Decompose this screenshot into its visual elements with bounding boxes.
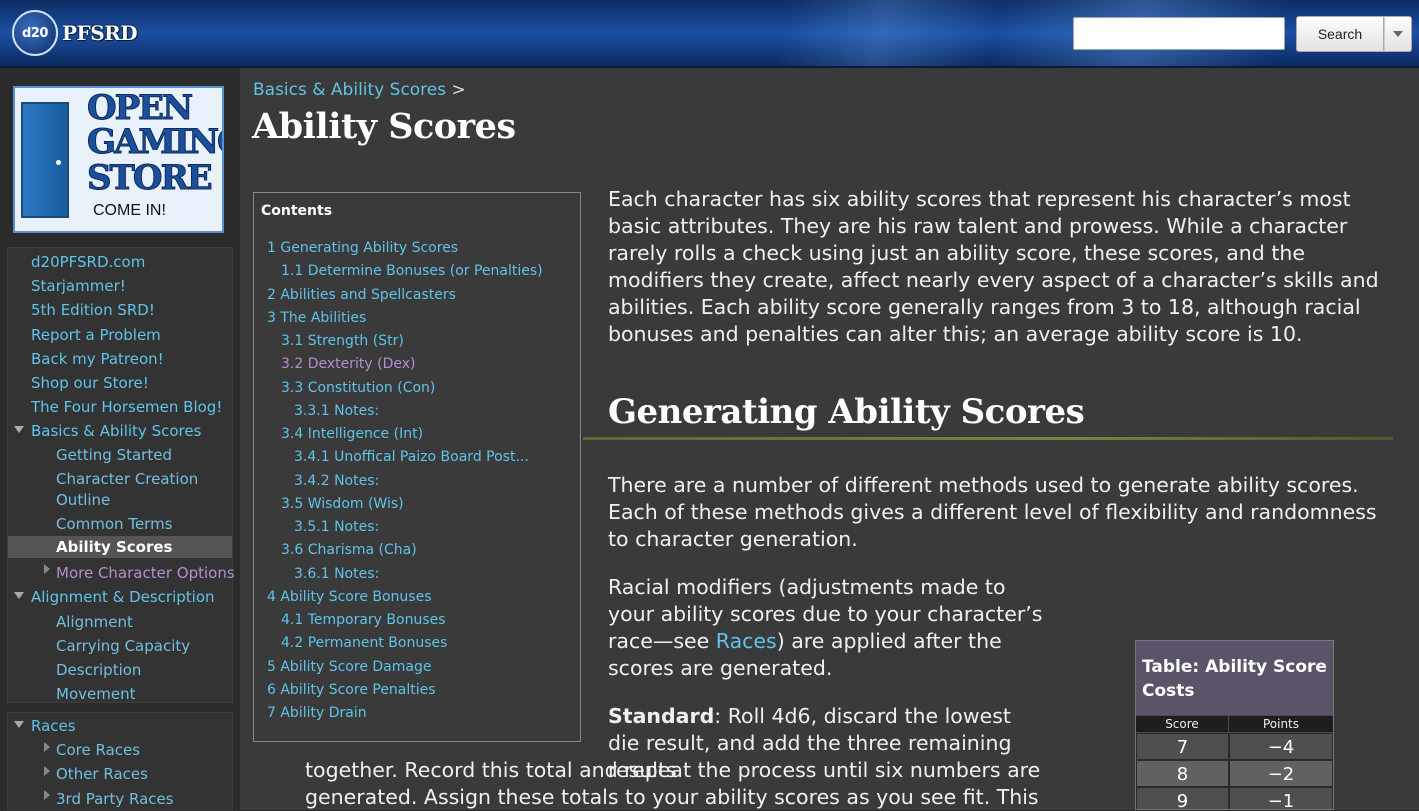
sidebar-item-carrying-capacity[interactable]: Carrying Capacity xyxy=(56,637,190,655)
toc-link[interactable]: 3.5.1 Notes: xyxy=(294,519,379,535)
collapsed-arrow-icon[interactable] xyxy=(44,742,50,752)
collapsed-arrow-icon[interactable] xyxy=(44,564,50,574)
table-of-contents: Contents 1 Generating Ability Scores 1.1… xyxy=(253,192,581,742)
table-cell-score: 7 xyxy=(1136,733,1229,760)
sidebar: OPEN GAMING STORE COME IN! d20PFSRD.com … xyxy=(0,68,240,810)
sidebar-section-basics[interactable]: Basics & Ability Scores xyxy=(31,422,201,440)
toc-link[interactable]: 3 The Abilities xyxy=(267,310,366,326)
table-cell-points: −4 xyxy=(1229,733,1333,760)
sidebar-item-movement[interactable]: Movement xyxy=(56,685,135,703)
ad-text-store: STORE xyxy=(87,158,214,198)
toc-link[interactable]: 6 Ability Score Penalties xyxy=(267,682,436,698)
toc-link[interactable]: 1 Generating Ability Scores xyxy=(267,240,458,256)
toc-link[interactable]: 4 Ability Score Bonuses xyxy=(267,589,432,605)
toc-link[interactable]: 7 Ability Drain xyxy=(267,705,367,721)
sidebar-link[interactable]: Report a Problem xyxy=(31,326,161,344)
sidebar-item-character-creation[interactable]: Character Creation xyxy=(56,470,198,488)
section-heading: Generating Ability Scores xyxy=(608,392,1085,432)
toc-link[interactable]: 1.1 Determine Bonuses (or Penalties) xyxy=(281,263,543,279)
ad-text-come-in: COME IN! xyxy=(93,202,166,219)
toc-link[interactable]: 4.2 Permanent Bonuses xyxy=(281,635,447,651)
toc-link[interactable]: 2 Abilities and Spellcasters xyxy=(267,287,456,303)
sidebar-item-other-races[interactable]: Other Races xyxy=(56,765,148,783)
table-cell-score: 9 xyxy=(1136,787,1229,809)
expand-arrow-icon[interactable] xyxy=(14,721,24,728)
sidebar-item-more-options[interactable]: More Character Options xyxy=(56,564,235,582)
toc-link[interactable]: 4.1 Temporary Bonuses xyxy=(281,612,446,628)
search-options-dropdown[interactable] xyxy=(1384,16,1412,52)
standard-label: Standard xyxy=(608,704,715,728)
toc-link[interactable]: 3.6.1 Notes: xyxy=(294,566,379,582)
toc-link[interactable]: 3.1 Strength (Str) xyxy=(281,333,404,349)
table-header-score: Score xyxy=(1136,716,1228,732)
page-scrollbar[interactable] xyxy=(1411,68,1419,810)
sidebar-item-alignment[interactable]: Alignment xyxy=(56,613,133,631)
table-header-points: Points xyxy=(1229,716,1333,732)
sidebar-item-description[interactable]: Description xyxy=(56,661,141,679)
page-title: Ability Scores xyxy=(252,106,516,147)
sidebar-link[interactable]: Back my Patreon! xyxy=(31,350,164,368)
ad-text-gaming: GAMING xyxy=(86,122,222,162)
toc-link[interactable]: 5 Ability Score Damage xyxy=(267,659,431,675)
ad-text-open: OPEN xyxy=(86,88,193,128)
sidebar-section-alignment[interactable]: Alignment & Description xyxy=(31,588,215,606)
sidebar-item-3rd-party-races[interactable]: 3rd Party Races xyxy=(56,790,174,808)
d20-die-icon: d20 xyxy=(12,10,58,56)
sidebar-nav: d20PFSRD.com Starjammer! 5th Edition SRD… xyxy=(7,247,235,703)
toc-link[interactable]: 3.3 Constitution (Con) xyxy=(281,380,435,396)
toc-link[interactable]: 3.2 Dexterity (Dex) xyxy=(281,356,415,372)
expand-arrow-icon[interactable] xyxy=(14,592,24,599)
section-divider xyxy=(583,437,1393,440)
races-link[interactable]: Races xyxy=(716,629,777,653)
sidebar-item-outline[interactable]: Outline xyxy=(56,491,110,509)
toc-link[interactable]: 3.5 Wisdom (Wis) xyxy=(281,496,404,512)
intro-paragraph: Each character has six ability scores th… xyxy=(608,187,1379,346)
ability-score-costs-table: Table: Ability Score Costs Score Points … xyxy=(1135,640,1334,810)
sidebar-link[interactable]: The Four Horsemen Blog! xyxy=(31,398,222,416)
racial-modifiers-paragraph: Racial modifiers (adjustments made to yo… xyxy=(608,574,1058,682)
expand-arrow-icon[interactable] xyxy=(14,426,24,433)
sidebar-section-races[interactable]: Races xyxy=(31,717,76,735)
sidebar-link[interactable]: 5th Edition SRD! xyxy=(31,301,155,319)
standard-method-continuation: together. Record this total and repeat t… xyxy=(305,758,1041,782)
breadcrumb-separator: > xyxy=(451,80,466,100)
collapsed-arrow-icon[interactable] xyxy=(44,790,50,800)
door-icon xyxy=(21,102,69,218)
toc-link[interactable]: 3.6 Charisma (Cha) xyxy=(281,542,417,558)
site-header: d20 PFSRD Search xyxy=(0,0,1419,68)
sidebar-races-nav: Races Core Races Other Races 3rd Party R… xyxy=(7,712,233,810)
toc-link[interactable]: 3.3.1 Notes: xyxy=(294,403,379,419)
open-gaming-store-ad[interactable]: OPEN GAMING STORE COME IN! xyxy=(13,86,224,233)
sidebar-item-common-terms[interactable]: Common Terms xyxy=(56,515,173,533)
site-logo[interactable]: d20 PFSRD xyxy=(12,8,142,58)
search-input[interactable] xyxy=(1073,17,1285,50)
breadcrumb-link[interactable]: Basics & Ability Scores xyxy=(253,80,446,100)
toc-link[interactable]: 3.4 Intelligence (Int) xyxy=(281,426,423,442)
sidebar-item-getting-started[interactable]: Getting Started xyxy=(56,446,172,464)
table-cell-points: −2 xyxy=(1229,760,1333,787)
toc-link[interactable]: 3.4.1 Unoffical Paizo Board Post... xyxy=(294,449,529,465)
sidebar-item-core-races[interactable]: Core Races xyxy=(56,741,140,759)
chevron-down-icon xyxy=(1393,31,1403,37)
collapsed-arrow-icon[interactable] xyxy=(44,766,50,776)
sidebar-link[interactable]: Starjammer! xyxy=(31,277,126,295)
logo-text: PFSRD xyxy=(62,21,138,45)
standard-method-continuation: generated. Assign these totals to your a… xyxy=(305,785,1039,809)
methods-paragraph: There are a number of different methods … xyxy=(608,473,1377,551)
table-caption: Table: Ability Score Costs xyxy=(1136,641,1333,715)
sidebar-link[interactable]: Shop our Store! xyxy=(31,374,149,392)
search-button[interactable]: Search xyxy=(1296,16,1384,52)
sidebar-item-ability-scores-active[interactable]: Ability Scores xyxy=(8,536,232,558)
toc-heading: Contents xyxy=(261,203,333,219)
breadcrumb: Basics & Ability Scores > xyxy=(253,80,466,100)
sidebar-link[interactable]: d20PFSRD.com xyxy=(31,253,145,271)
toc-link[interactable]: 3.4.2 Notes: xyxy=(294,473,379,489)
table-cell-points: −1 xyxy=(1229,787,1333,809)
sidebar-item-label: Ability Scores xyxy=(56,538,173,556)
table-cell-score: 8 xyxy=(1136,760,1229,787)
main-content: Basics & Ability Scores > Ability Scores… xyxy=(240,68,1419,810)
